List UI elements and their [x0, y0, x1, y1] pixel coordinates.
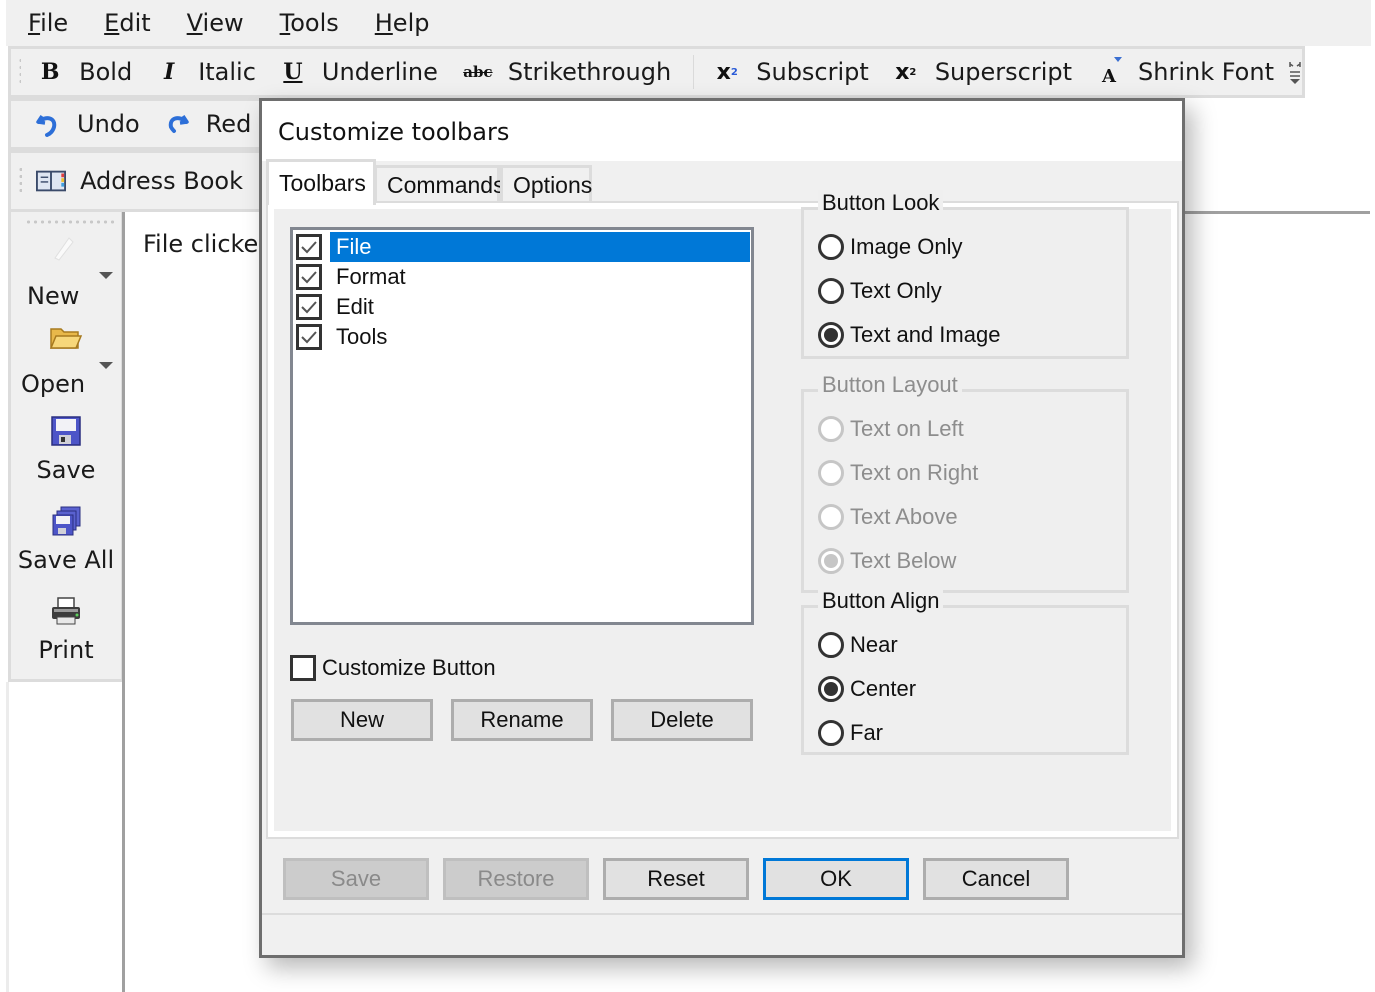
reset-button[interactable]: Reset — [603, 858, 749, 900]
undo-button[interactable]: Undo — [33, 109, 140, 139]
new-icon — [49, 230, 83, 264]
left-border — [6, 682, 9, 992]
save-icon — [49, 416, 83, 450]
customize-toolbars-dialog: Customize toolbars Toolbars Commands Opt… — [259, 98, 1185, 958]
checkmark-icon — [301, 241, 317, 254]
toolbar-list[interactable]: File Format Edit Tools — [290, 227, 754, 625]
new-dropdown-arrow-icon[interactable] — [99, 272, 113, 279]
list-item[interactable]: Tools — [296, 322, 750, 352]
strikethrough-button[interactable]: abc Strikethrough — [460, 57, 671, 87]
ok-button[interactable]: OK — [763, 858, 909, 900]
print-icon — [49, 596, 83, 630]
menu-view[interactable]: View — [187, 9, 244, 37]
address-book-icon — [36, 166, 67, 196]
checkbox-file[interactable] — [296, 234, 322, 260]
save-all-button[interactable]: Save All — [11, 506, 121, 574]
save-all-icon — [49, 506, 83, 540]
print-button[interactable]: Print — [11, 596, 121, 664]
underline-icon: U — [283, 59, 303, 85]
italic-icon: I — [164, 59, 175, 85]
radio-far[interactable]: Far — [818, 720, 883, 746]
list-item[interactable]: Edit — [296, 292, 750, 322]
checkbox[interactable] — [290, 655, 316, 681]
list-item[interactable]: Format — [296, 262, 750, 292]
cancel-button[interactable]: Cancel — [923, 858, 1069, 900]
superscript-icon: x2 — [895, 59, 917, 85]
menu-edit[interactable]: Edit — [104, 9, 150, 37]
toolbar-separator — [693, 55, 695, 89]
tab-commands[interactable]: Commands — [374, 165, 505, 203]
new-toolbar-button[interactable]: New — [291, 699, 433, 741]
toolbar-grip[interactable] — [25, 220, 117, 224]
radio-text-only[interactable]: Text Only — [818, 278, 942, 304]
superscript-button[interactable]: x2 Superscript — [891, 57, 1072, 87]
shrink-font-icon: A — [1094, 57, 1124, 87]
tab-toolbars[interactable]: Toolbars — [266, 159, 376, 205]
content-divider-horizontal — [1180, 211, 1370, 214]
checkmark-icon — [301, 301, 317, 314]
edit-toolbar: Undo Red — [8, 98, 268, 150]
save-button[interactable]: Save — [283, 858, 429, 900]
checkbox-edit[interactable] — [296, 294, 322, 320]
bold-icon: B — [40, 59, 60, 85]
address-book-button[interactable]: Address Book — [36, 166, 243, 196]
undo-icon — [33, 109, 63, 139]
tab-panel-toolbars: File Format Edit Tools Customize Button — [266, 190, 1179, 839]
subscript-button[interactable]: x2 Subscript — [712, 57, 869, 87]
radio-text-and-image[interactable]: Text and Image — [818, 322, 1000, 348]
checkmark-icon — [301, 271, 317, 284]
delete-toolbar-button[interactable]: Delete — [611, 699, 753, 741]
format-toolbar: B Bold I Italic U Underline abc Striketh… — [8, 46, 1305, 98]
shrink-font-button[interactable]: A Shrink Font — [1094, 57, 1274, 87]
dialog-title: Customize toolbars — [278, 118, 510, 146]
toolbar-grip[interactable] — [19, 57, 22, 87]
new-button[interactable]: New — [11, 230, 121, 310]
tools-toolbar: Address Book — [8, 150, 268, 212]
bold-button[interactable]: B Bold — [35, 57, 132, 87]
menu-tools[interactable]: Tools — [280, 9, 339, 37]
menu-bar: File Edit View Tools Help — [6, 0, 1371, 46]
open-dropdown-arrow-icon[interactable] — [99, 362, 113, 369]
radio-text-above[interactable]: Text Above — [818, 504, 958, 530]
footer-divider — [262, 913, 1182, 915]
toolbar-grip[interactable] — [19, 166, 23, 196]
checkbox-tools[interactable] — [296, 324, 322, 350]
rename-toolbar-button[interactable]: Rename — [451, 699, 593, 741]
customize-button-checkbox[interactable]: Customize Button — [290, 655, 496, 681]
dialog-titlebar[interactable]: Customize toolbars — [262, 101, 1182, 161]
file-toolbar: New Open Save Save All Print — [8, 212, 124, 682]
button-align-group: Button Align Near Center Far — [801, 588, 1129, 755]
button-layout-group: Button Layout Text on Left Text on Right… — [801, 372, 1129, 593]
overflow-chevron-icon[interactable] — [1288, 59, 1302, 85]
menu-help[interactable]: Help — [375, 9, 430, 37]
radio-text-below[interactable]: Text Below — [818, 548, 956, 574]
status-text: File clicked — [143, 230, 274, 258]
strikethrough-icon: abc — [463, 63, 493, 81]
redo-icon — [162, 109, 192, 139]
radio-text-on-right[interactable]: Text on Right — [818, 460, 978, 486]
underline-button[interactable]: U Underline — [278, 57, 438, 87]
button-look-group: Button Look Image Only Text Only Text an… — [801, 190, 1129, 359]
radio-image-only[interactable]: Image Only — [818, 234, 963, 260]
radio-near[interactable]: Near — [818, 632, 898, 658]
open-button[interactable]: Open — [11, 324, 121, 398]
list-item[interactable]: File — [296, 232, 750, 262]
redo-button[interactable]: Red — [162, 109, 251, 139]
subscript-icon: x2 — [716, 59, 738, 85]
menu-file[interactable]: File — [28, 9, 68, 37]
tab-options[interactable]: Options — [500, 165, 592, 203]
content-divider — [122, 212, 125, 992]
italic-button[interactable]: I Italic — [154, 57, 256, 87]
radio-center[interactable]: Center — [818, 676, 916, 702]
open-folder-icon — [49, 324, 83, 358]
checkmark-icon — [301, 331, 317, 344]
radio-text-on-left[interactable]: Text on Left — [818, 416, 964, 442]
save-button[interactable]: Save — [11, 416, 121, 484]
restore-button[interactable]: Restore — [443, 858, 589, 900]
checkbox-format[interactable] — [296, 264, 322, 290]
